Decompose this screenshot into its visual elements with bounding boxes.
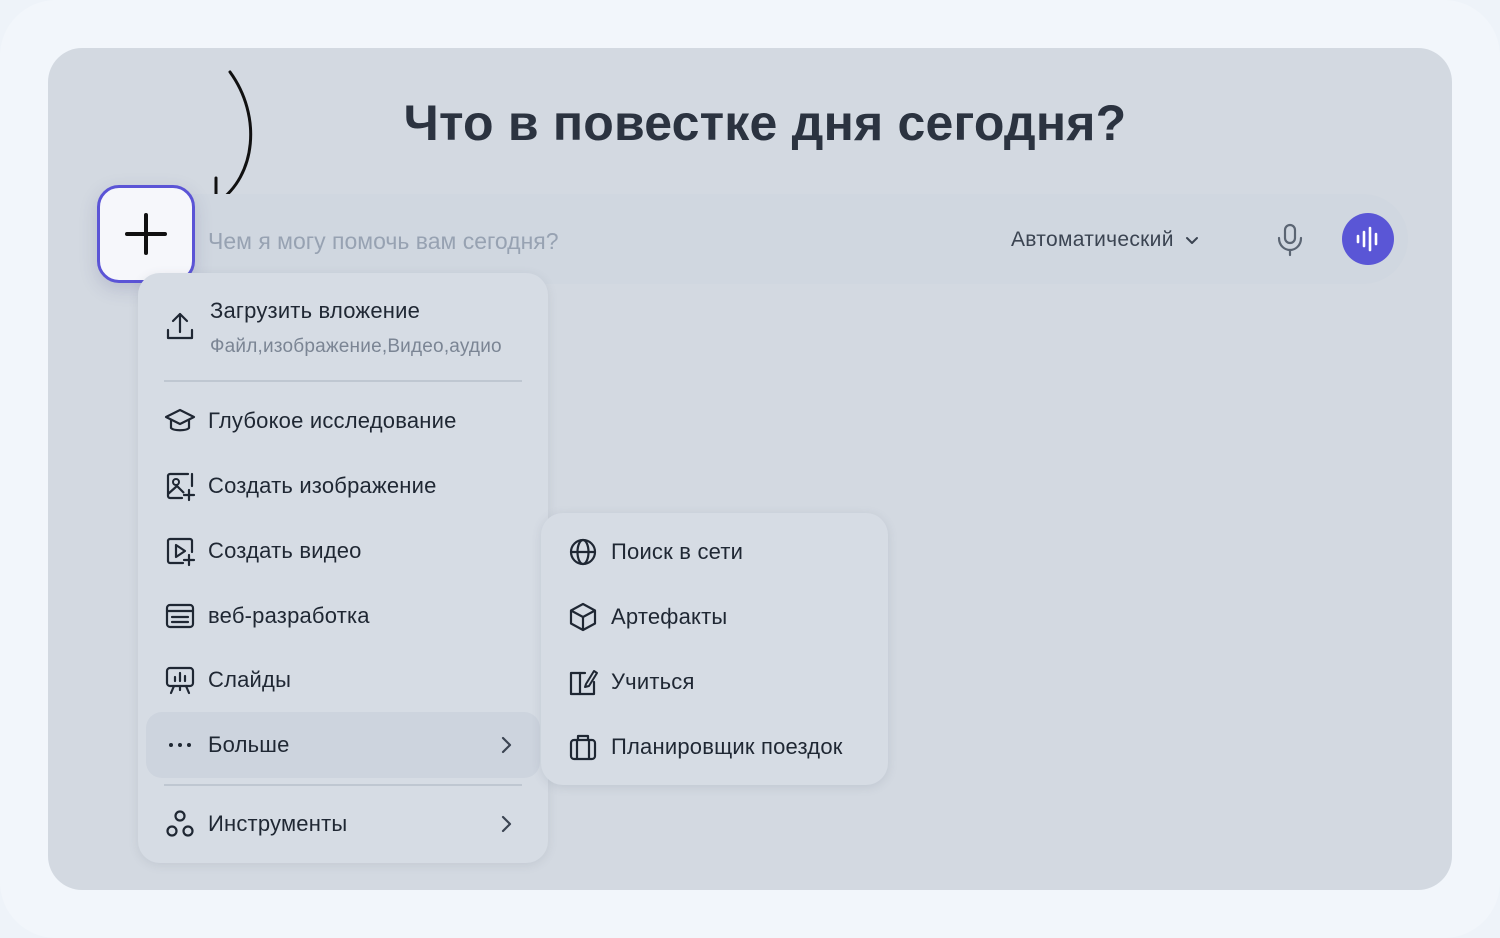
menu-item-label: Создать изображение (208, 473, 437, 498)
menu-item-web-dev[interactable]: веб-разработка (164, 600, 370, 632)
submenu-item-learn[interactable]: Учиться (567, 666, 695, 698)
menu-item-label: Слайды (208, 667, 292, 692)
submenu-item-label: Артефакты (611, 604, 728, 629)
menu-item-label: Инструменты (208, 811, 348, 836)
video-plus-icon (166, 537, 196, 567)
menu-item-tools[interactable]: Инструменты (164, 808, 347, 840)
submenu-item-label: Поиск в сети (611, 539, 744, 564)
menu-divider (164, 380, 522, 382)
microphone-icon (1277, 223, 1303, 257)
add-attachment-button[interactable] (97, 185, 195, 283)
plus-icon (125, 213, 167, 255)
chevron-down-icon (1185, 237, 1198, 244)
presentation-icon (165, 666, 195, 695)
cube-icon (569, 602, 597, 632)
chevron-right-icon (501, 736, 512, 754)
image-plus-icon (166, 472, 196, 502)
chevron-right-icon (501, 815, 512, 833)
browser-window-icon (165, 603, 195, 629)
shapes-icon (166, 810, 194, 837)
submenu-item-artifacts[interactable]: Артефакты (567, 601, 727, 633)
menu-item-label: веб-разработка (208, 603, 370, 628)
voice-mode-button[interactable] (1342, 213, 1394, 265)
menu-item-label: Создать видео (208, 538, 362, 563)
submenu-item-trip-planner[interactable]: Планировщик поездок (567, 731, 843, 763)
menu-item-deep-research[interactable]: Глубокое исследование (164, 405, 457, 437)
menu-item-label: Больше (208, 732, 290, 757)
menu-item-more[interactable]: Больше (164, 729, 290, 761)
menu-item-label: Глубокое исследование (208, 408, 457, 433)
model-select[interactable]: Автоматический (1011, 224, 1200, 256)
graduation-cap-icon (164, 408, 196, 432)
submenu-item-label: Учиться (611, 669, 695, 694)
microphone-button[interactable] (1272, 222, 1308, 258)
model-select-label: Автоматический (1011, 228, 1174, 251)
globe-icon (569, 538, 597, 566)
submenu-item-label: Планировщик поездок (611, 734, 843, 759)
menu-item-slides[interactable]: Слайды (164, 664, 291, 696)
menu-item-create-video[interactable]: Создать видео (164, 535, 362, 567)
suitcase-icon (569, 734, 597, 761)
upload-icon (166, 312, 194, 340)
book-edit-icon (569, 670, 598, 696)
menu-item-create-image[interactable]: Создать изображение (164, 470, 437, 502)
menu-divider (164, 784, 522, 786)
upload-attachment-subtitle: Файл,изображение,Видео,аудио (210, 336, 502, 357)
audio-wave-icon (1356, 226, 1378, 252)
ellipsis-icon (169, 743, 191, 747)
upload-attachment-item[interactable]: Загрузить вложение (210, 298, 420, 324)
prompt-input[interactable] (208, 222, 908, 260)
submenu-item-web-search[interactable]: Поиск в сети (567, 536, 743, 568)
